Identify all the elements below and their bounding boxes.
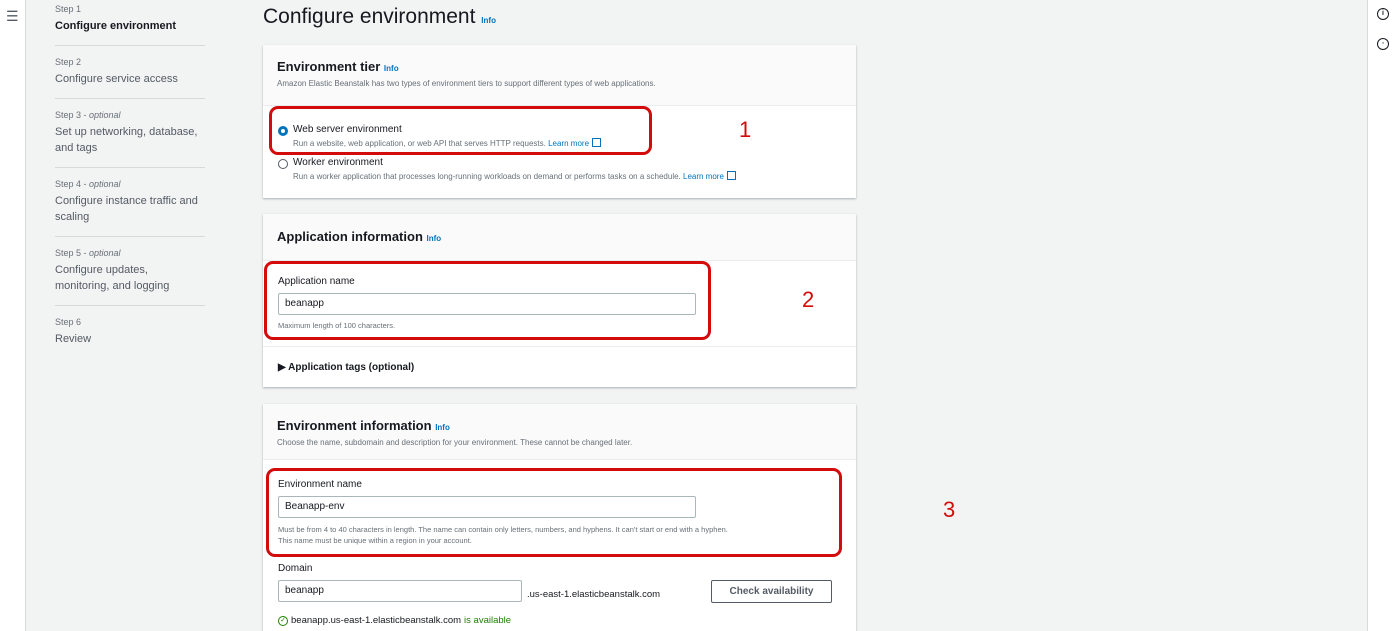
step-title[interactable]: Review bbox=[55, 331, 205, 347]
right-tools-rail: i ◦ bbox=[1367, 0, 1397, 631]
domain-suffix: .us-east-1.elasticbeanstalk.com bbox=[527, 589, 661, 600]
application-tags-toggle[interactable]: ▶ Application tags (optional) bbox=[278, 362, 414, 373]
annotation-number-3: 3 bbox=[943, 497, 956, 522]
step-2[interactable]: Step 2 Configure service access bbox=[55, 57, 205, 99]
learn-more-link[interactable]: Learn more bbox=[548, 139, 589, 148]
wizard-steps: Step 1 Configure environment Step 2 Conf… bbox=[55, 4, 205, 369]
step-4[interactable]: Step 4 - optional Configure instance tra… bbox=[55, 179, 205, 237]
application-information-panel: Application information Info Application… bbox=[263, 214, 856, 387]
environment-name-label: Environment name bbox=[278, 479, 362, 490]
option-description: Run a worker application that processes … bbox=[293, 171, 736, 181]
panel-header: Application information Info bbox=[263, 214, 856, 261]
panel-description: Choose the name, subdomain and descripti… bbox=[277, 438, 633, 447]
application-name-label: Application name bbox=[278, 276, 355, 287]
step-title[interactable]: Configure instance traffic and scaling bbox=[55, 193, 205, 225]
external-link-icon[interactable] bbox=[726, 171, 736, 180]
step-number: Step 2 bbox=[55, 57, 82, 67]
menu-icon[interactable]: ☰ bbox=[6, 8, 19, 25]
divider bbox=[263, 346, 856, 347]
radio-worker[interactable] bbox=[278, 159, 288, 169]
panel-header: Environment information Info Choose the … bbox=[263, 404, 856, 460]
panel-description: Amazon Elastic Beanstalk has two types o… bbox=[277, 79, 656, 88]
availability-status: ✓ beanapp.us-east-1.elasticbeanstalk.com… bbox=[278, 615, 511, 626]
application-name-hint: Maximum length of 100 characters. bbox=[278, 321, 396, 330]
info-link[interactable]: Info bbox=[427, 234, 442, 243]
option-label: Worker environment bbox=[293, 157, 383, 168]
step-title[interactable]: Configure updates, monitoring, and loggi… bbox=[55, 262, 205, 294]
domain-input[interactable]: beanapp bbox=[278, 580, 522, 602]
step-5[interactable]: Step 5 - optional Configure updates, mon… bbox=[55, 248, 205, 306]
step-number: Step 5 - optional bbox=[55, 248, 121, 258]
worker-option[interactable]: Worker environment Run a worker applicat… bbox=[278, 157, 736, 181]
application-name-input[interactable]: beanapp bbox=[278, 293, 696, 315]
panel-title: Environment information Info bbox=[277, 418, 450, 433]
step-number: Step 6 bbox=[55, 317, 82, 327]
step-title[interactable]: Configure environment bbox=[55, 18, 205, 34]
step-number: Step 1 bbox=[55, 4, 82, 14]
annotation-number-2: 2 bbox=[802, 287, 815, 312]
panel-title: Application information Info bbox=[277, 229, 442, 244]
step-number: Step 4 - optional bbox=[55, 179, 121, 189]
info-link[interactable]: Info bbox=[481, 16, 496, 25]
step-1[interactable]: Step 1 Configure environment bbox=[55, 4, 205, 46]
step-6[interactable]: Step 6 Review bbox=[55, 317, 205, 358]
info-link[interactable]: Info bbox=[384, 64, 399, 73]
step-3[interactable]: Step 3 - optional Set up networking, dat… bbox=[55, 110, 205, 168]
info-link[interactable]: Info bbox=[435, 423, 450, 432]
learn-more-link[interactable]: Learn more bbox=[683, 172, 724, 181]
annotation-number-1: 1 bbox=[739, 117, 752, 142]
panel-header: Environment tier Info Amazon Elastic Bea… bbox=[263, 45, 856, 106]
success-check-icon: ✓ bbox=[278, 615, 288, 626]
web-server-option[interactable]: Web server environment Run a website, we… bbox=[278, 124, 602, 148]
check-availability-button[interactable]: Check availability bbox=[711, 580, 832, 603]
external-link-icon[interactable] bbox=[592, 138, 602, 147]
environment-tier-panel: Environment tier Info Amazon Elastic Bea… bbox=[263, 45, 856, 198]
page-title: Configure environment Info bbox=[263, 5, 496, 28]
option-label: Web server environment bbox=[293, 124, 402, 135]
info-panel-icon[interactable]: i bbox=[1377, 8, 1389, 20]
step-title[interactable]: Configure service access bbox=[55, 71, 205, 87]
tutorial-icon[interactable]: ◦ bbox=[1377, 38, 1389, 50]
environment-information-panel: Environment information Info Choose the … bbox=[263, 404, 856, 631]
step-title[interactable]: Set up networking, database, and tags bbox=[55, 124, 205, 156]
environment-name-input[interactable]: Beanapp-env bbox=[278, 496, 696, 518]
step-number: Step 3 - optional bbox=[55, 110, 121, 120]
left-nav-rail: ☰ bbox=[0, 0, 26, 631]
domain-label: Domain bbox=[278, 563, 313, 574]
environment-name-hint: Must be from 4 to 40 characters in lengt… bbox=[278, 525, 728, 545]
radio-web-server[interactable] bbox=[278, 126, 288, 136]
option-description: Run a website, web application, or web A… bbox=[293, 138, 602, 148]
caret-right-icon: ▶ bbox=[278, 362, 286, 373]
panel-title: Environment tier Info bbox=[277, 59, 399, 74]
